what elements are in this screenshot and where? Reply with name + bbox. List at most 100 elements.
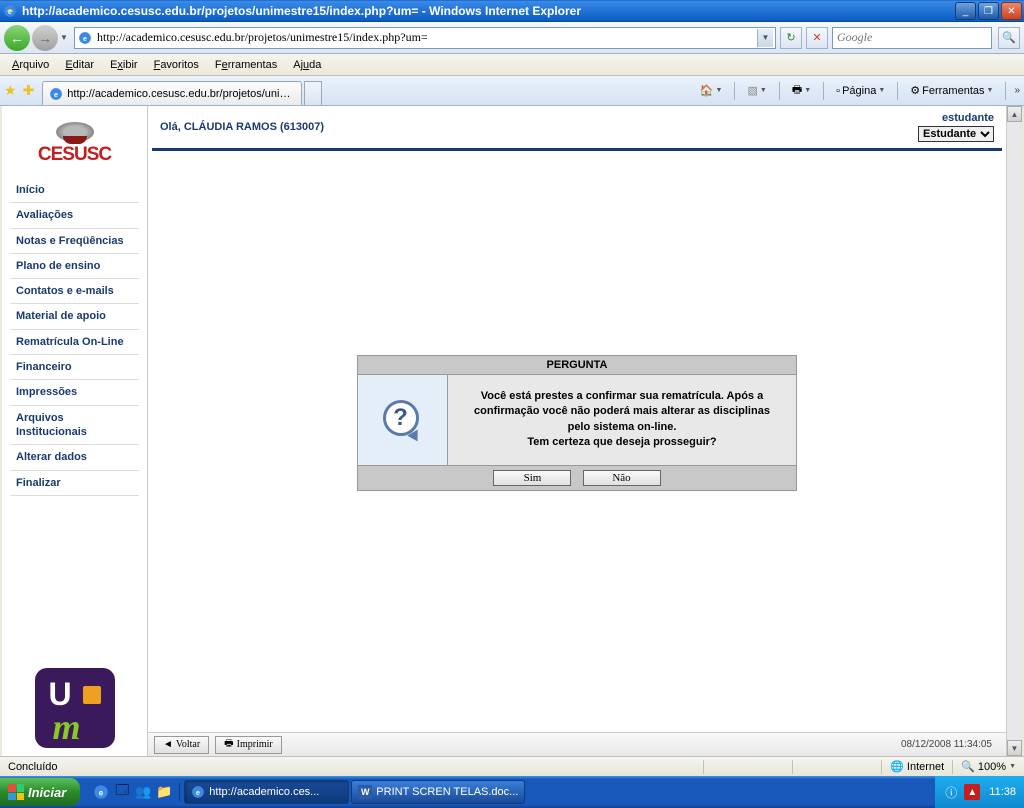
window-titlebar: e http://academico.cesusc.edu.br/projeto… <box>0 0 1024 22</box>
refresh-button[interactable]: ↻ <box>780 27 802 49</box>
menu-favoritos[interactable]: Favoritos <box>146 57 207 73</box>
gear-icon: ⚙ <box>910 84 920 97</box>
home-button[interactable]: 🏠▼ <box>696 82 727 99</box>
search-button[interactable]: 🔍 <box>998 27 1020 49</box>
navigation-bar: ← → ▼ e ▼ ↻ ✕ 🔍 <box>0 22 1024 54</box>
restore-button[interactable]: ❐ <box>978 2 999 20</box>
sidebar-item-finalizar[interactable]: Finalizar <box>10 471 139 496</box>
dialog-icon-cell: ? <box>358 375 448 465</box>
menu-ajuda[interactable]: Ajuda <box>285 57 329 73</box>
url-input[interactable] <box>97 30 757 45</box>
add-favorite-icon[interactable]: ✚ <box>23 82 35 99</box>
role-label: estudante <box>918 112 994 124</box>
back-arrow-icon: ◄ <box>163 739 173 750</box>
sidebar-menu: Início Avaliações Notas e Freqüências Pl… <box>10 178 139 496</box>
ql-icon-4[interactable]: 📁 <box>155 783 173 801</box>
sidebar-item-plano[interactable]: Plano de ensino <box>10 254 139 279</box>
voltar-button[interactable]: ◄Voltar <box>154 736 209 754</box>
sidebar-item-avaliacoes[interactable]: Avaliações <box>10 203 139 228</box>
security-zone[interactable]: 🌐 Internet <box>886 760 948 773</box>
history-dropdown[interactable]: ▼ <box>60 33 70 42</box>
back-button[interactable]: ← <box>4 25 30 51</box>
favorites-star-icon[interactable]: ★ <box>4 82 17 99</box>
page-content: CESUSC Início Avaliações Notas e Freqüên… <box>0 106 1024 756</box>
header-divider <box>152 148 1002 151</box>
sidebar-item-inicio[interactable]: Início <box>10 178 139 203</box>
search-box[interactable] <box>832 27 992 49</box>
msn-icon[interactable]: 👥 <box>134 783 152 801</box>
ie-quicklaunch-icon[interactable]: e <box>92 783 110 801</box>
minimize-button[interactable]: _ <box>955 2 976 20</box>
tray-icon-1[interactable]: ⓘ <box>943 784 959 800</box>
tab-title: http://academico.cesusc.edu.br/projetos/… <box>67 88 295 100</box>
scroll-down-button[interactable]: ▼ <box>1007 740 1022 756</box>
footer-timestamp: 08/12/2008 11:34:05 <box>901 739 992 750</box>
address-dropdown[interactable]: ▼ <box>757 29 773 47</box>
sidebar-item-impressoes[interactable]: Impressões <box>10 380 139 405</box>
browser-tab[interactable]: e http://academico.cesusc.edu.br/projeto… <box>42 81 302 105</box>
quick-launch: e 🗔 👥 📁 <box>86 783 180 801</box>
menu-bar: Arquivo Editar Exibir Favoritos Ferramen… <box>0 54 1024 76</box>
cesusc-logo: CESUSC <box>38 122 111 166</box>
svg-text:e: e <box>8 9 12 16</box>
greeting-text: Olá, CLÁUDIA RAMOS (613007) <box>160 121 324 133</box>
sidebar-item-notas[interactable]: Notas e Freqüências <box>10 229 139 254</box>
sidebar: CESUSC Início Avaliações Notas e Freqüên… <box>2 106 147 756</box>
window-title: http://academico.cesusc.edu.br/projetos/… <box>22 4 955 18</box>
feeds-button[interactable]: ▧▼ <box>743 82 770 99</box>
svg-text:e: e <box>83 35 87 42</box>
ie-icon: e <box>2 3 18 19</box>
sidebar-item-material[interactable]: Material de apoio <box>10 304 139 329</box>
menu-arquivo[interactable]: Arquivo <box>4 57 57 73</box>
menu-ferramentas[interactable]: Ferramentas <box>207 57 285 73</box>
taskbar-item-ie[interactable]: e http://academico.ces... <box>184 780 349 804</box>
question-icon: ? <box>381 398 425 442</box>
search-input[interactable] <box>837 30 987 45</box>
show-desktop-icon[interactable]: 🗔 <box>113 783 131 801</box>
sidebar-item-contatos[interactable]: Contatos e e-mails <box>10 279 139 304</box>
scroll-up-button[interactable]: ▲ <box>1007 106 1022 122</box>
new-tab-button[interactable] <box>304 81 322 105</box>
windows-logo-icon <box>8 784 24 800</box>
menu-exibir[interactable]: Exibir <box>102 57 146 73</box>
menu-editar[interactable]: Editar <box>57 57 102 73</box>
globe-icon: 🌐 <box>890 760 904 773</box>
page-icon: e <box>77 30 93 46</box>
word-icon: W <box>358 785 372 799</box>
forward-button[interactable]: → <box>32 25 58 51</box>
tab-ie-icon: e <box>49 87 63 101</box>
confirm-dialog: PERGUNTA ? Você está prestes a confirmar… <box>357 355 797 491</box>
dialog-no-button[interactable]: Não <box>583 470 661 486</box>
stop-button[interactable]: ✕ <box>806 27 828 49</box>
toolbar-overflow[interactable]: » <box>1014 85 1020 96</box>
role-select[interactable]: Estudante <box>918 126 994 142</box>
printer-icon: 🖶 <box>792 81 802 100</box>
sidebar-item-financeiro[interactable]: Financeiro <box>10 355 139 380</box>
tools-menu-button[interactable]: ⚙Ferramentas▼ <box>906 82 997 99</box>
sidebar-item-arquivos[interactable]: Arquivos Institucionais <box>10 406 139 446</box>
page-menu-button[interactable]: ▫Página▼ <box>832 83 889 99</box>
close-button[interactable]: ✕ <box>1001 2 1022 20</box>
dialog-title: PERGUNTA <box>358 356 796 375</box>
imprimir-button[interactable]: 🖶Imprimir <box>215 736 282 754</box>
print-button[interactable]: 🖶▼ <box>788 79 815 102</box>
page-icon: ▫ <box>836 85 840 97</box>
vertical-scrollbar[interactable]: ▲ ▼ <box>1006 106 1022 756</box>
clock: 11:38 <box>989 786 1016 798</box>
dialog-yes-button[interactable]: Sim <box>493 470 571 486</box>
start-button[interactable]: Iniciar <box>0 778 80 806</box>
main-area: Olá, CLÁUDIA RAMOS (613007) estudante Es… <box>147 106 1006 756</box>
taskbar-item-word[interactable]: W PRINT SCREN TELAS.doc... <box>351 780 525 804</box>
address-bar[interactable]: e ▼ <box>74 27 776 49</box>
sidebar-item-rematricula[interactable]: Rematrícula On-Line <box>10 330 139 355</box>
sidebar-item-alterar[interactable]: Alterar dados <box>10 445 139 470</box>
tray-av-icon[interactable]: ▲ <box>964 784 980 800</box>
zoom-icon: 🔍 <box>961 760 975 773</box>
home-icon: 🏠 <box>700 84 714 97</box>
status-text: Concluído <box>4 761 699 773</box>
rss-icon: ▧ <box>747 84 757 97</box>
zoom-control[interactable]: 🔍 100% ▼ <box>957 760 1020 773</box>
ie-icon: e <box>191 785 205 799</box>
svg-text:e: e <box>99 788 104 797</box>
printer-icon: 🖶 <box>224 736 233 753</box>
